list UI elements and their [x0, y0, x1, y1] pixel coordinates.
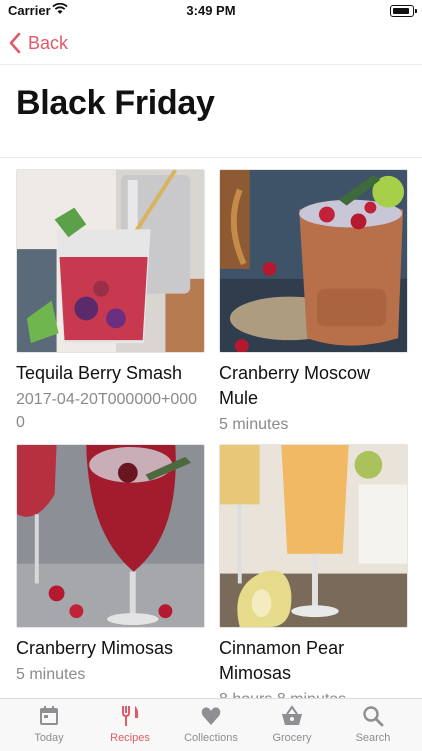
recipe-meta: 5 minutes — [219, 416, 289, 433]
tab-label: Recipes — [110, 732, 150, 744]
tab-today[interactable]: Today — [7, 703, 91, 744]
tab-label: Grocery — [272, 732, 312, 744]
divider — [0, 157, 422, 158]
heart-icon — [201, 707, 221, 725]
recipe-title: Tequila Berry Smash — [16, 363, 183, 383]
tab-label: Today — [34, 732, 64, 744]
fork-knife-icon — [122, 706, 139, 726]
tab-bar: Today Recipes Collections Grocery Search — [0, 698, 422, 751]
tab-search[interactable]: Search — [331, 703, 415, 744]
recipe-title: Cinnamon Pear Mimosas — [219, 638, 345, 683]
page-title: Black Friday — [16, 84, 215, 122]
tab-grocery[interactable]: Grocery — [250, 703, 334, 744]
battery-level — [393, 8, 409, 14]
recipe-card-tequila-berry-smash[interactable]: Tequila Berry Smash 2017-04-20T000000+00… — [16, 169, 205, 434]
recipe-image — [16, 444, 205, 628]
navigation-bar: Back — [0, 24, 422, 65]
recipe-title: Cranberry Moscow Mule — [219, 363, 371, 408]
recipe-image — [219, 169, 408, 353]
back-label: Back — [28, 32, 69, 53]
recipe-meta: 2017-04-20T000000+0000 — [16, 391, 198, 431]
recipe-card-cinnamon-pear-mimosas[interactable]: Cinnamon Pear Mimosas 8 hours 8 minutes — [219, 444, 408, 711]
status-bar: Carrier 3:49 PM — [0, 0, 422, 22]
battery-icon — [390, 5, 417, 17]
recipe-meta: 5 minutes — [16, 666, 86, 683]
recipe-image — [16, 169, 205, 353]
status-time: 3:49 PM — [186, 3, 236, 18]
recipe-image — [219, 444, 408, 628]
recipe-card-cranberry-moscow-mule[interactable]: Cranberry Moscow Mule 5 minutes — [219, 169, 408, 436]
recipe-card-cranberry-mimosas[interactable]: Cranberry Mimosas 5 minutes — [16, 444, 205, 686]
chevron-left-icon — [9, 32, 21, 54]
tab-label: Search — [355, 732, 391, 744]
tab-collections[interactable]: Collections — [169, 703, 253, 744]
calendar-icon — [40, 706, 58, 725]
back-button[interactable]: Back — [8, 32, 68, 54]
search-icon — [363, 706, 384, 727]
basket-icon — [282, 705, 302, 725]
recipe-title: Cranberry Mimosas — [16, 638, 174, 658]
tab-label: Collections — [184, 732, 238, 744]
tab-recipes[interactable]: Recipes — [88, 703, 172, 744]
